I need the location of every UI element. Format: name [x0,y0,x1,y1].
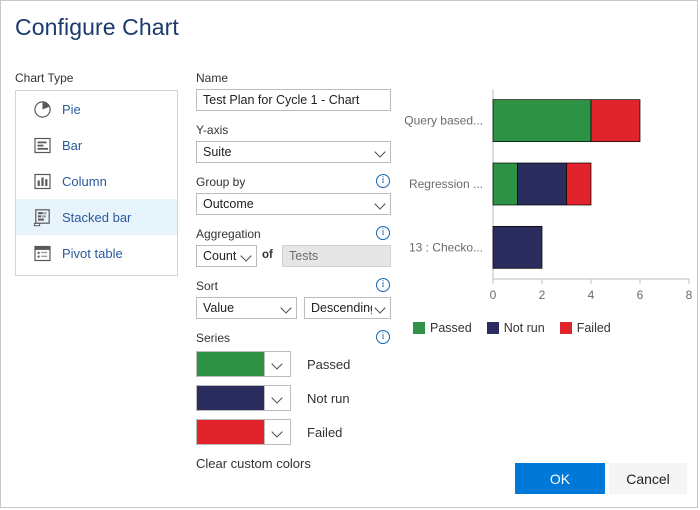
bar-chart-icon [33,136,52,155]
pie-chart-icon [33,100,52,119]
aggregation-function-select[interactable]: Count [196,245,257,267]
group-by-select[interactable]: Outcome [196,193,391,215]
chart-type-label: Chart Type [15,71,73,85]
chevron-down-icon [278,298,296,318]
chart-type-option-pivot-table[interactable]: Pivot table [16,235,177,271]
chart-type-option-label: Pivot table [62,246,123,261]
aggregation-function-value: Count [197,249,238,263]
sort-by-value: Value [197,301,278,315]
legend-label: Failed [577,321,611,335]
sort-label: Sort [196,279,218,293]
sort-direction-value: Descending [305,301,372,315]
chart-type-option-label: Column [62,174,107,189]
series-name-label: Not run [307,391,350,406]
series-color-picker-passed[interactable] [196,351,291,377]
series-name-label: Failed [307,425,342,440]
chart-type-option-label: Stacked bar [62,210,131,225]
page-title: Configure Chart [15,14,179,41]
legend-label: Not run [504,321,545,335]
name-label: Name [196,71,228,85]
chart-preview: 0 2 4 6 8 Query based... Regression ... 13 : Ch… [401,81,693,341]
chart-type-option-bar[interactable]: Bar [16,127,177,163]
svg-text:Query based...: Query based... [404,114,483,128]
group-by-info-icon[interactable] [376,174,390,188]
stacked-bar-chart-icon [33,208,52,227]
chart-type-option-label: Bar [62,138,82,153]
group-by-label: Group by [196,175,245,189]
svg-text:4: 4 [588,288,595,302]
color-swatch [197,386,264,410]
sort-info-icon[interactable] [376,278,390,292]
pivot-table-icon [33,244,52,263]
chevron-down-icon [238,246,256,266]
chevron-down-icon [372,142,390,162]
chevron-down-icon [264,386,290,410]
chevron-down-icon [372,194,390,214]
chart-type-option-stacked-bar[interactable]: Stacked bar [16,199,177,235]
name-input[interactable] [196,89,391,111]
column-chart-icon [33,172,52,191]
chevron-down-icon [372,298,390,318]
series-info-icon[interactable] [376,330,390,344]
cancel-button[interactable]: Cancel [609,463,687,494]
chevron-down-icon [264,420,290,444]
chart-type-option-column[interactable]: Column [16,163,177,199]
svg-text:2: 2 [539,288,546,302]
legend-swatch [487,322,499,334]
sort-by-select[interactable]: Value [196,297,297,319]
ok-button[interactable]: OK [515,463,605,494]
chart-type-option-pie[interactable]: Pie [16,91,177,127]
chevron-down-icon [264,352,290,376]
svg-text:8: 8 [686,288,693,302]
chart-type-list: Pie Bar Column [15,90,178,276]
chart-legend: Passed Not run Failed [413,321,626,335]
series-row: Not run [196,385,350,411]
legend-swatch [560,322,572,334]
aggregation-field-input [282,245,391,267]
legend-swatch [413,322,425,334]
y-axis-select[interactable]: Suite [196,141,391,163]
legend-item: Passed [413,321,472,335]
series-color-picker-not-run[interactable] [196,385,291,411]
svg-text:6: 6 [637,288,644,302]
series-row: Failed [196,419,342,445]
legend-item: Not run [487,321,545,335]
series-row: Passed [196,351,350,377]
y-axis-value: Suite [197,145,372,159]
clear-custom-colors-link[interactable]: Clear custom colors [196,456,311,471]
aggregation-label: Aggregation [196,227,261,241]
color-swatch [197,352,264,376]
series-label: Series [196,331,230,345]
chart-type-option-label: Pie [62,102,81,117]
group-by-value: Outcome [197,197,372,211]
aggregation-of-label: of [262,249,273,261]
series-color-picker-failed[interactable] [196,419,291,445]
svg-text:0: 0 [490,288,497,302]
y-axis-label: Y-axis [196,123,228,137]
color-swatch [197,420,264,444]
series-name-label: Passed [307,357,350,372]
configure-chart-dialog: Configure Chart Chart Type Pie B [0,0,698,508]
legend-label: Passed [430,321,472,335]
stacked-bar-chart: 0 2 4 6 8 Query based... Regression ... 13 : Ch… [401,81,693,311]
legend-item: Failed [560,321,611,335]
aggregation-info-icon[interactable] [376,226,390,240]
sort-direction-select[interactable]: Descending [304,297,391,319]
svg-text:Regression ...: Regression ... [409,177,483,191]
svg-text:13 : Checko...: 13 : Checko... [409,240,483,254]
